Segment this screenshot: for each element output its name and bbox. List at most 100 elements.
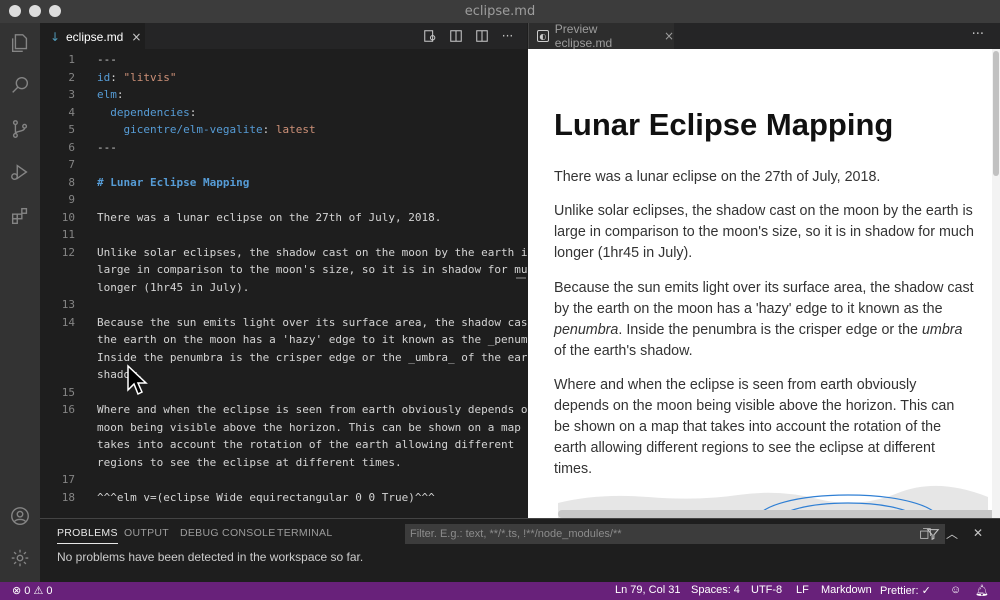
- code-line[interactable]: regions to see the eclipse at different …: [40, 454, 527, 472]
- preview-paragraph: Unlike solar eclipses, the shadow cast o…: [554, 203, 974, 261]
- code-line[interactable]: Inside the penumbra is the crisper edge …: [40, 349, 527, 367]
- line-number: 8: [68, 175, 75, 189]
- vertical-scrollbar[interactable]: [992, 49, 1000, 518]
- line-text: Inside the penumbra is the crisper edge …: [97, 350, 527, 364]
- tab-terminal[interactable]: TERMINAL: [277, 527, 333, 539]
- code-line[interactable]: the earth on the moon has a 'hazy' edge …: [40, 331, 527, 349]
- code-line[interactable]: 15: [40, 384, 527, 402]
- preview-paragraph: There was a lunar eclipse on the 27th of…: [554, 169, 881, 185]
- open-preview-icon[interactable]: [422, 28, 437, 43]
- code-line[interactable]: 11: [40, 226, 527, 244]
- code-line[interactable]: 13: [40, 296, 527, 314]
- collapse-all-icon[interactable]: [917, 525, 933, 541]
- line-text: There was a lunar eclipse on the 27th of…: [97, 210, 442, 224]
- line-text: ---: [97, 53, 117, 66]
- problems-message: No problems have been detected in the wo…: [57, 550, 364, 564]
- line-number: 4: [68, 105, 75, 119]
- line-number: 1: [68, 53, 75, 66]
- preview-paragraph: Because the sun emits light over its sur…: [554, 280, 974, 359]
- line-number: 3: [68, 88, 75, 101]
- line-number: 16: [61, 403, 75, 416]
- markdown-file-icon: ↓: [50, 29, 61, 44]
- code-line[interactable]: 14 Because the sun emits light over its s…: [40, 314, 527, 332]
- tab-output[interactable]: OUTPUT: [124, 527, 169, 539]
- code-line[interactable]: 2 id: "litvis": [40, 69, 527, 87]
- code-line[interactable]: shadow.: [40, 366, 527, 384]
- explorer-icon[interactable]: [7, 30, 33, 56]
- run-debug-icon[interactable]: [7, 159, 33, 185]
- code-line[interactable]: large in comparison to the moon's size, …: [40, 261, 527, 279]
- line-number: 7: [68, 158, 75, 171]
- code-line[interactable]: 9: [40, 191, 527, 209]
- source-control-icon[interactable]: [7, 116, 33, 142]
- account-icon[interactable]: [7, 503, 33, 529]
- split-editor-icon[interactable]: [474, 28, 489, 43]
- code-line[interactable]: 10 There was a lunar eclipse on the 27th …: [40, 209, 527, 227]
- horizontal-scrollbar[interactable]: [558, 510, 998, 518]
- problems-status[interactable]: ⊗ 0 ⚠ 0: [12, 584, 53, 597]
- code-line[interactable]: 12 Unlike solar eclipses, the shadow cast…: [40, 244, 527, 262]
- code-line[interactable]: 4 dependencies:: [40, 104, 527, 122]
- prettier-status[interactable]: Prettier: ✓: [880, 584, 931, 597]
- code-line[interactable]: takes into account the rotation of the e…: [40, 436, 527, 454]
- close-tab-icon[interactable]: ×: [131, 30, 141, 44]
- search-icon[interactable]: [7, 72, 33, 98]
- line-text: Unlike solar eclipses, the shadow cast o…: [97, 245, 527, 259]
- line-ending[interactable]: LF: [796, 584, 809, 596]
- code-line[interactable]: 6 ---: [40, 139, 527, 157]
- tab-eclipse-md[interactable]: ↓ eclipse.md ×: [40, 23, 145, 49]
- feedback-icon[interactable]: ☺: [950, 584, 961, 596]
- window-title: eclipse.md: [464, 4, 536, 19]
- code-line[interactable]: 17: [40, 471, 527, 489]
- line-text: id: "litvis": [97, 70, 177, 84]
- editor-tab-bar: ↓ eclipse.md × ···: [40, 23, 527, 49]
- line-number: 12: [61, 245, 75, 259]
- close-panel-icon[interactable]: ✕: [970, 525, 986, 541]
- language-mode[interactable]: Markdown: [821, 584, 872, 596]
- settings-gear-icon[interactable]: [7, 545, 33, 571]
- code-line[interactable]: 8 # Lunar Eclipse Mapping: [40, 174, 527, 192]
- indentation[interactable]: Spaces: 4: [691, 584, 740, 596]
- warning-icon: ⚠: [33, 585, 44, 597]
- problems-filter[interactable]: [405, 524, 945, 544]
- line-text: gicentre/elm-vegalite: latest: [123, 123, 316, 136]
- preview-paragraph: Where and when the eclipse is seen from …: [554, 377, 955, 477]
- tab-preview-eclipse-md[interactable]: ◐ Preview eclipse.md ×: [529, 22, 674, 50]
- markdown-preview: Lunar Eclipse Mapping There was a lunar …: [528, 49, 1000, 518]
- code-line[interactable]: 16 Where and when the eclipse is seen fro…: [40, 401, 527, 419]
- tab-problems[interactable]: PROBLEMS: [57, 527, 118, 544]
- close-tab-icon[interactable]: ×: [664, 29, 674, 43]
- line-number: 13: [61, 298, 75, 311]
- tab-debug-console[interactable]: DEBUG CONSOLE: [180, 527, 276, 539]
- line-text: takes into account the rotation of the e…: [97, 438, 515, 451]
- tab-label: Preview eclipse.md: [554, 22, 613, 50]
- extensions-icon[interactable]: [7, 203, 33, 229]
- line-text: ---: [97, 140, 117, 154]
- scrollbar-thumb[interactable]: [993, 51, 999, 176]
- code-editor[interactable]: 1 --- 2 id: "litvis" 3 elm: 4 dependencies: 5 g…: [40, 49, 527, 518]
- more-actions-icon[interactable]: ···: [500, 28, 515, 43]
- line-number: 9: [68, 193, 75, 206]
- more-actions-icon[interactable]: ···: [972, 27, 984, 42]
- filter-input[interactable]: [406, 528, 886, 540]
- code-line[interactable]: 18 ^^^elm v=(eclipse Wide equirectangular…: [40, 489, 527, 507]
- line-text: large in comparison to the moon's size, …: [97, 263, 527, 276]
- maximize-panel-icon[interactable]: ︿: [944, 525, 960, 541]
- line-number: 5: [68, 123, 75, 136]
- line-number: 10: [61, 210, 75, 224]
- notifications-bell-icon[interactable]: 🔔︎: [975, 584, 989, 597]
- code-line[interactable]: 5 gicentre/elm-vegalite: latest: [40, 121, 527, 139]
- line-text: ^^^elm v=(eclipse Wide equirectangular 0…: [97, 490, 435, 504]
- cursor-position[interactable]: Ln 79, Col 31: [615, 584, 680, 596]
- code-line[interactable]: 3 elm:: [40, 86, 527, 104]
- error-icon: ⊗: [12, 585, 22, 597]
- encoding[interactable]: UTF-8: [751, 584, 782, 596]
- split-preview-icon[interactable]: [448, 28, 463, 43]
- line-text: Because the sun emits light over its sur…: [97, 315, 527, 329]
- code-line[interactable]: 7: [40, 156, 527, 174]
- code-line[interactable]: longer (1hr45 in July).: [40, 279, 527, 297]
- scrollbar-thumb[interactable]: [516, 277, 526, 279]
- preview-tab-bar: ◐ Preview eclipse.md × ···: [528, 22, 1000, 50]
- code-line[interactable]: 1 ---: [40, 51, 527, 69]
- code-line[interactable]: moon being visible above the horizon. Th…: [40, 419, 527, 437]
